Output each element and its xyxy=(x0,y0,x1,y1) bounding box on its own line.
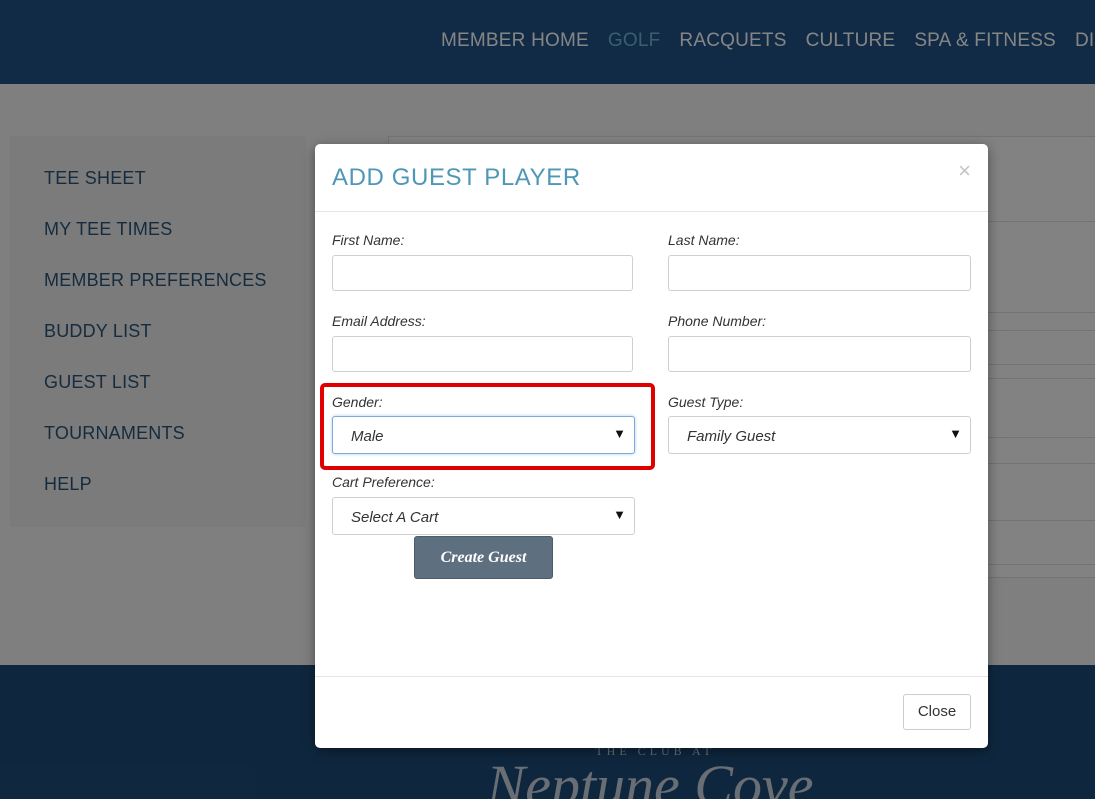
chevron-down-icon: ▼ xyxy=(613,426,626,441)
first-name-field[interactable] xyxy=(332,255,633,291)
chevron-down-icon: ▼ xyxy=(949,426,962,441)
close-icon[interactable]: × xyxy=(958,158,971,184)
modal-footer-divider xyxy=(315,676,988,677)
last-name-label: Last Name: xyxy=(668,232,740,248)
chevron-down-icon: ▼ xyxy=(613,507,626,522)
last-name-field[interactable] xyxy=(668,255,971,291)
gender-selected-value: Male xyxy=(351,428,384,445)
guest-type-select[interactable]: Family Guest ▼ xyxy=(668,416,971,454)
phone-field[interactable] xyxy=(668,336,971,372)
email-label: Email Address: xyxy=(332,313,426,329)
email-field[interactable] xyxy=(332,336,633,372)
first-name-label: First Name: xyxy=(332,232,405,248)
modal-header: ADD GUEST PLAYER × xyxy=(315,144,988,212)
gender-select[interactable]: Male ▼ xyxy=(332,416,635,454)
gender-label: Gender: xyxy=(332,394,383,410)
guest-type-label: Guest Type: xyxy=(668,394,744,410)
cart-preference-label: Cart Preference: xyxy=(332,474,435,490)
cart-preference-select[interactable]: Select A Cart ▼ xyxy=(332,497,635,535)
add-guest-modal: ADD GUEST PLAYER × First Name: Last Name… xyxy=(315,144,988,748)
guest-type-selected-value: Family Guest xyxy=(687,428,776,445)
modal-title: ADD GUEST PLAYER xyxy=(332,164,581,191)
cart-selected-value: Select A Cart xyxy=(351,509,439,526)
phone-label: Phone Number: xyxy=(668,313,767,329)
create-guest-button[interactable]: Create Guest xyxy=(414,536,553,579)
close-button[interactable]: Close xyxy=(903,694,971,730)
